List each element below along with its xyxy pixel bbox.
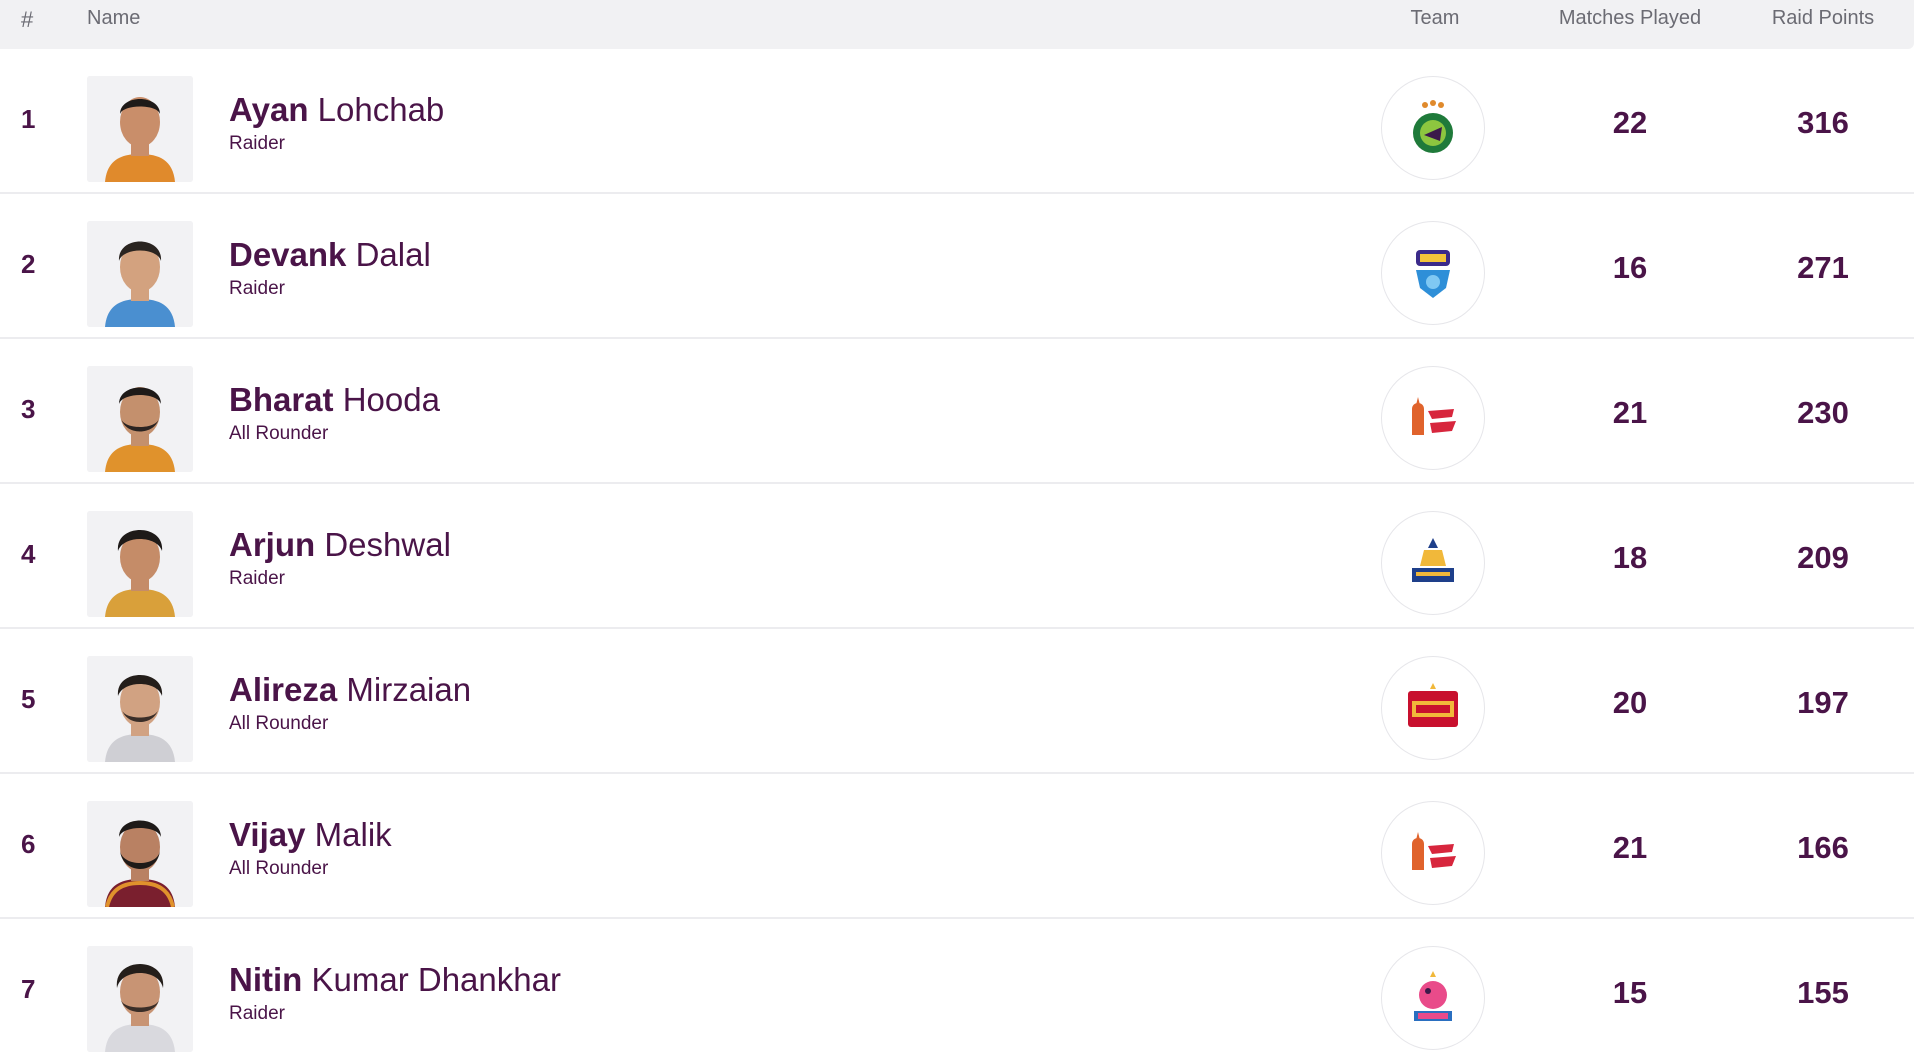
matches-played-cell: 22 <box>1612 105 1648 140</box>
table-row[interactable]: 2 Devank Dalal Raider 16 271 <box>0 194 1914 339</box>
player-last-name: Dalal <box>355 236 431 273</box>
rank-cell: 7 <box>21 974 36 1004</box>
player-first-name: Ayan <box>229 91 309 128</box>
player-name[interactable]: Alireza Mirzaian <box>229 671 471 709</box>
player-first-name: Arjun <box>229 526 316 563</box>
rank-cell: 1 <box>21 104 36 134</box>
player-photo[interactable] <box>87 946 193 1052</box>
player-photo[interactable] <box>87 801 193 907</box>
player-last-name: Malik <box>314 816 392 853</box>
player-first-name: Bharat <box>229 381 334 418</box>
player-photo[interactable] <box>87 511 193 617</box>
player-name[interactable]: Devank Dalal <box>229 236 431 274</box>
raid-points-cell: 155 <box>1797 975 1849 1010</box>
raid-points-cell: 230 <box>1797 395 1849 430</box>
player-name-block[interactable]: Devank Dalal Raider <box>229 236 431 300</box>
matches-played-cell: 21 <box>1612 395 1648 430</box>
player-photo[interactable] <box>87 76 193 182</box>
table-row[interactable]: 1 Ayan Lohchab Raider 22 316 <box>0 49 1914 194</box>
raid-points-cell: 271 <box>1797 250 1849 285</box>
matches-played-cell: 21 <box>1612 830 1648 865</box>
rank-cell: 4 <box>21 539 36 569</box>
player-role: All Rounder <box>229 423 329 444</box>
player-name[interactable]: Arjun Deshwal <box>229 526 451 564</box>
player-first-name: Alireza <box>229 671 338 708</box>
player-role: Raider <box>229 568 285 589</box>
player-last-name: Hooda <box>342 381 440 418</box>
tamil-thalaivas-logo[interactable] <box>1381 511 1485 615</box>
up-yoddhas-logo[interactable] <box>1381 366 1485 470</box>
header-matches-played[interactable]: Matches Played <box>1548 7 1712 30</box>
header-rank: # <box>21 7 34 32</box>
player-name-block[interactable]: Nitin Kumar Dhankhar Raider <box>229 961 561 1025</box>
rank-cell: 6 <box>21 829 36 859</box>
player-first-name: Nitin <box>229 961 303 998</box>
table-row[interactable]: 3 Bharat Hooda All Rounder 21 230 <box>0 339 1914 484</box>
player-last-name: Kumar Dhankhar <box>311 961 561 998</box>
raid-points-cell: 316 <box>1797 105 1849 140</box>
header-raid-points[interactable]: Raid Points <box>1741 7 1905 30</box>
player-name-block[interactable]: Vijay Malik All Rounder <box>229 816 392 880</box>
matches-played-cell: 15 <box>1612 975 1648 1010</box>
patna-pirates-logo[interactable] <box>1381 76 1485 180</box>
raid-points-table: # Name Team Matches Played Raid Points 1… <box>0 0 1914 1062</box>
matches-played-cell: 16 <box>1612 250 1648 285</box>
player-role: All Rounder <box>229 858 329 879</box>
raid-points-cell: 197 <box>1797 685 1849 720</box>
player-first-name: Devank <box>229 236 347 273</box>
rank-cell: 3 <box>21 394 36 424</box>
player-first-name: Vijay <box>229 816 306 853</box>
player-role: Raider <box>229 1003 285 1024</box>
table-row[interactable]: 4 Arjun Deshwal Raider 18 209 <box>0 484 1914 629</box>
player-name[interactable]: Bharat Hooda <box>229 381 440 419</box>
raid-points-cell: 166 <box>1797 830 1849 865</box>
bengaluru-bulls-logo[interactable] <box>1381 656 1485 760</box>
player-name-block[interactable]: Ayan Lohchab Raider <box>229 91 444 155</box>
table-row[interactable]: 5 Alireza Mirzaian All Rounder 20 197 <box>0 629 1914 774</box>
player-last-name: Deshwal <box>324 526 451 563</box>
table-row[interactable]: 7 Nitin Kumar Dhankhar Raider 15 155 <box>0 919 1914 1062</box>
rank-cell: 5 <box>21 684 36 714</box>
header-name: Name <box>87 7 141 29</box>
player-name-block[interactable]: Alireza Mirzaian All Rounder <box>229 671 471 735</box>
matches-played-cell: 18 <box>1612 540 1648 575</box>
player-photo[interactable] <box>87 656 193 762</box>
up-yoddhas-logo[interactable] <box>1381 801 1485 905</box>
player-photo[interactable] <box>87 366 193 472</box>
player-name[interactable]: Nitin Kumar Dhankhar <box>229 961 561 999</box>
raid-points-cell: 209 <box>1797 540 1849 575</box>
player-last-name: Mirzaian <box>346 671 472 708</box>
table-header: # Name Team Matches Played Raid Points <box>0 0 1914 49</box>
player-name-block[interactable]: Arjun Deshwal Raider <box>229 526 451 590</box>
player-role: Raider <box>229 278 285 299</box>
player-last-name: Lohchab <box>317 91 445 128</box>
player-role: All Rounder <box>229 713 329 734</box>
jaipur-pink-panthers-logo[interactable] <box>1381 946 1485 1050</box>
table-row[interactable]: 6 Vijay Malik All Rounder 21 166 <box>0 774 1914 919</box>
player-photo[interactable] <box>87 221 193 327</box>
player-role: Raider <box>229 133 285 154</box>
bengal-warriorz-logo[interactable] <box>1381 221 1485 325</box>
header-team: Team <box>1410 7 1460 29</box>
player-name[interactable]: Ayan Lohchab <box>229 91 444 129</box>
leaderboard-page: # Name Team Matches Played Raid Points 1… <box>0 0 1920 1062</box>
matches-played-cell: 20 <box>1612 685 1648 720</box>
player-name[interactable]: Vijay Malik <box>229 816 392 854</box>
rank-cell: 2 <box>21 249 36 279</box>
player-name-block[interactable]: Bharat Hooda All Rounder <box>229 381 440 445</box>
